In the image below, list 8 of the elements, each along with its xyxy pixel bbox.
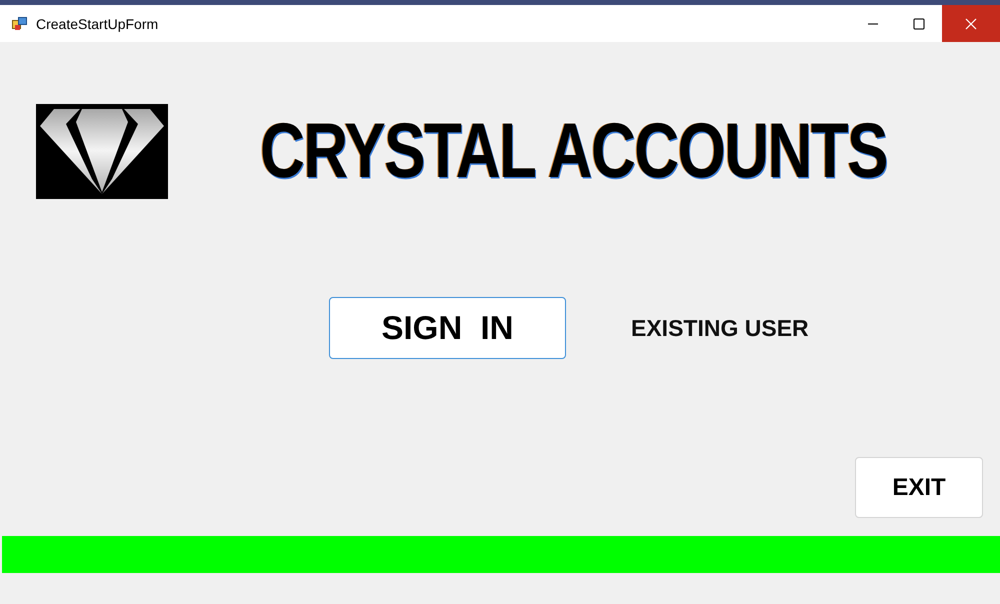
close-icon xyxy=(965,18,977,30)
window-title: CreateStartUpForm xyxy=(36,16,160,32)
sign-in-button[interactable]: SIGN IN xyxy=(329,297,566,359)
app-title: CRYSTAL ACCOUNTS xyxy=(260,107,887,196)
app-icon xyxy=(12,16,28,32)
exit-button[interactable]: EXIT xyxy=(855,457,983,518)
existing-user-label: EXISTING USER xyxy=(631,314,809,342)
maximize-icon xyxy=(913,18,925,30)
